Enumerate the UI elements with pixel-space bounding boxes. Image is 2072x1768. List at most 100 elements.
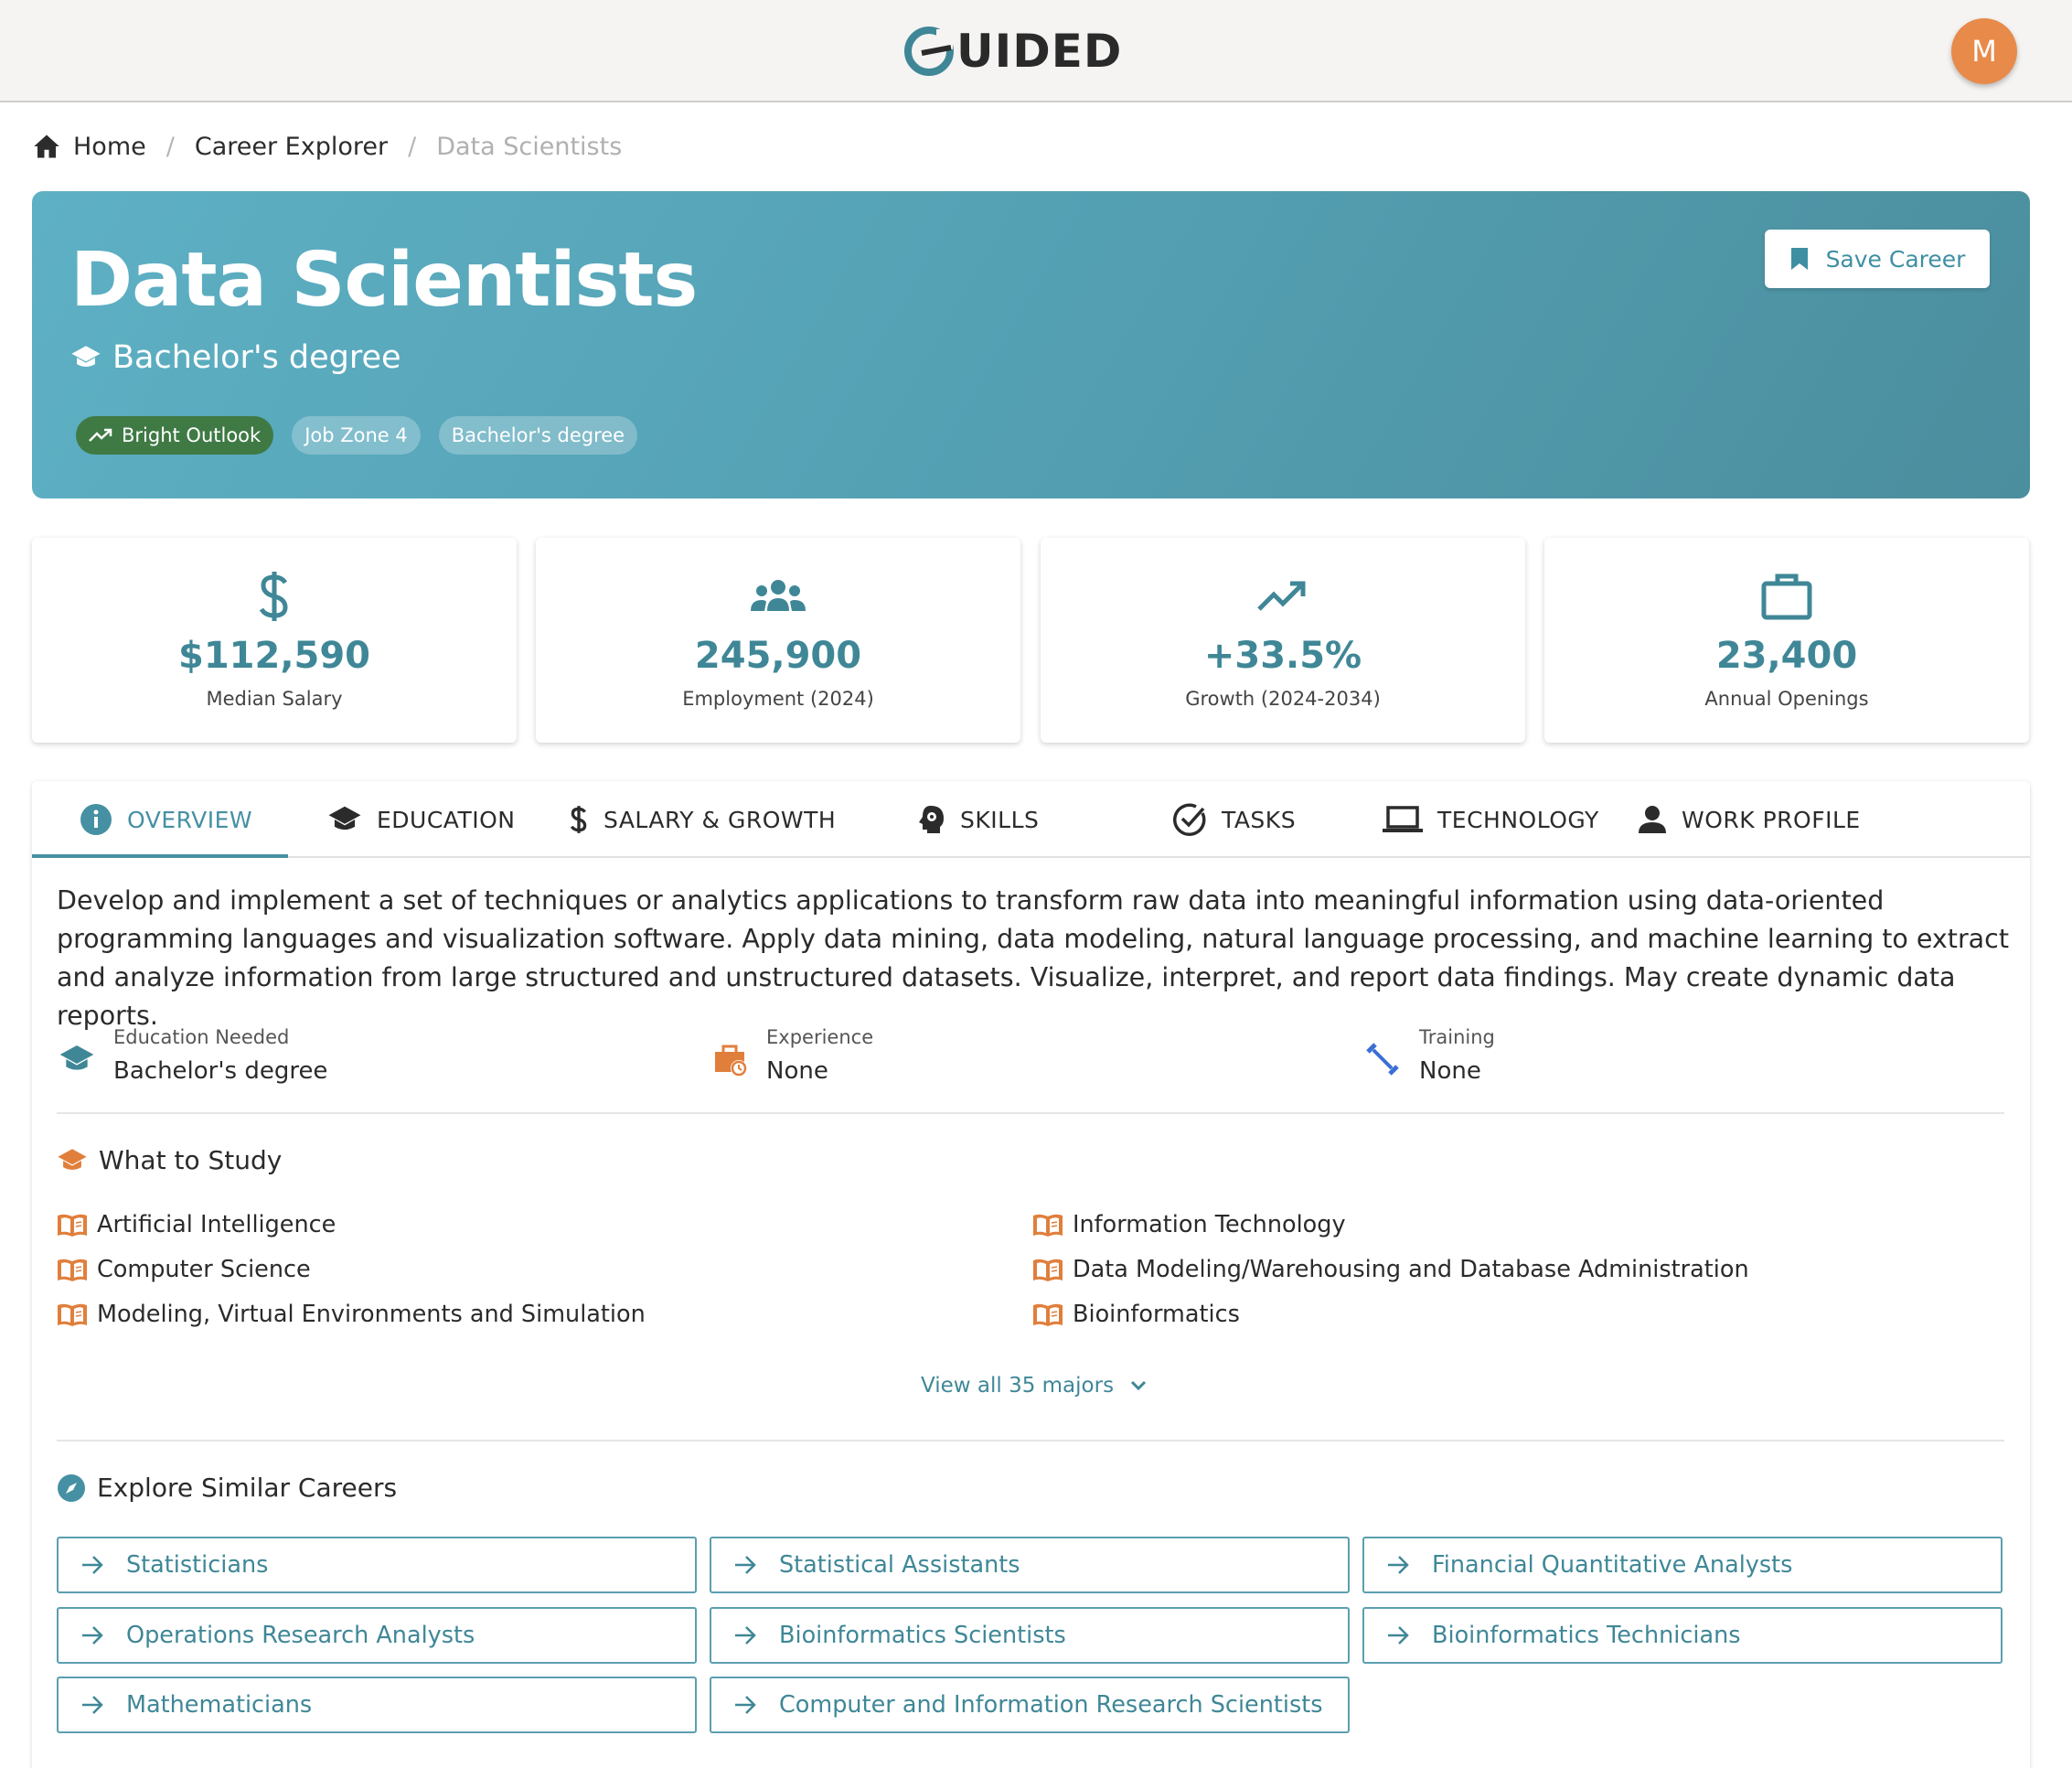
hero-degree-label: Bachelor's degree	[112, 339, 401, 376]
meta-label: Experience	[766, 1026, 874, 1048]
info-icon	[80, 804, 112, 835]
major-label: Data Modeling/Warehousing and Database A…	[1073, 1256, 1749, 1283]
similar-career-link[interactable]: Operations Research Analysts	[57, 1607, 697, 1664]
stat-label: Growth (2024-2034)	[1185, 688, 1381, 710]
stat-median-salary: $112,590 Median Salary	[32, 538, 517, 743]
tab-label: OVERVIEW	[127, 806, 253, 833]
book-icon	[58, 1214, 87, 1237]
similar-career-link[interactable]: Computer and Information Research Scient…	[710, 1677, 1350, 1733]
career-label: Bioinformatics Technicians	[1432, 1622, 1741, 1649]
arrow-right-icon	[735, 1626, 756, 1645]
hero-degree: Bachelor's degree	[70, 339, 401, 376]
major-label: Information Technology	[1073, 1211, 1346, 1238]
arrow-right-icon	[735, 1556, 756, 1574]
top-bar: UIDED M	[0, 0, 2072, 102]
logo-g-icon	[904, 27, 954, 76]
breadcrumb-current: Data Scientists	[436, 132, 623, 161]
major-label: Computer Science	[97, 1256, 311, 1283]
similar-career-link[interactable]: Bioinformatics Technicians	[1362, 1607, 2003, 1664]
major-item[interactable]: Artificial Intelligence	[57, 1211, 336, 1238]
group-icon	[749, 569, 807, 624]
save-career-button[interactable]: Save Career	[1765, 230, 1990, 288]
breadcrumb-career-explorer[interactable]: Career Explorer	[195, 133, 388, 161]
avatar[interactable]: M	[1951, 18, 2017, 84]
page-title: Data Scientists	[70, 237, 698, 324]
arrow-right-icon	[82, 1626, 103, 1645]
tab-label: TECHNOLOGY	[1437, 806, 1599, 833]
home-icon	[34, 134, 59, 158]
stat-value: +33.5%	[1203, 635, 1362, 677]
breadcrumb-home[interactable]: Home	[33, 133, 146, 161]
trending-up-icon	[1257, 569, 1308, 624]
major-item[interactable]: Information Technology	[1032, 1211, 1346, 1238]
tab-overview[interactable]: OVERVIEW	[80, 781, 252, 858]
major-item[interactable]: Bioinformatics	[1032, 1301, 1240, 1328]
graduation-cap-icon	[328, 806, 361, 830]
stat-annual-openings: 23,400 Annual Openings	[1544, 538, 2029, 743]
meta-experience: Experience None	[711, 1026, 873, 1085]
similar-career-link[interactable]: Mathematicians	[57, 1677, 697, 1733]
tab-education[interactable]: EDUCATION	[327, 781, 516, 858]
major-item[interactable]: Modeling, Virtual Environments and Simul…	[57, 1301, 646, 1328]
stat-label: Employment (2024)	[682, 688, 874, 710]
book-icon	[1033, 1259, 1063, 1281]
meta-value: None	[1419, 1057, 1481, 1085]
tab-salary-growth[interactable]: SALARY & GROWTH	[569, 781, 836, 858]
tab-label: SKILLS	[960, 806, 1040, 833]
arrow-right-icon	[1388, 1556, 1409, 1574]
stat-label: Median Salary	[206, 688, 343, 710]
career-label: Computer and Information Research Scient…	[779, 1691, 1323, 1719]
arrow-right-icon	[82, 1696, 103, 1714]
career-label: Statistical Assistants	[779, 1551, 1020, 1579]
major-item[interactable]: Computer Science	[57, 1256, 311, 1283]
tab-technology[interactable]: TECHNOLOGY	[1383, 781, 1599, 858]
tab-skills[interactable]: SKILLS	[916, 781, 1039, 858]
stat-value: 23,400	[1715, 635, 1858, 677]
chip-label: Bright Outlook	[122, 424, 262, 446]
section-divider	[57, 1440, 2004, 1441]
check-circle-icon	[1173, 803, 1206, 836]
graduation-cap-icon	[71, 346, 101, 367]
major-item[interactable]: Data Modeling/Warehousing and Database A…	[1032, 1256, 1749, 1283]
meta-education-needed: Education Needed Bachelor's degree	[59, 1026, 327, 1085]
meta-value: Bachelor's degree	[113, 1057, 328, 1085]
breadcrumb: Home / Career Explorer / Data Scientists	[33, 128, 622, 165]
active-tab-indicator	[32, 854, 288, 858]
stat-label: Annual Openings	[1704, 688, 1869, 710]
similar-career-link[interactable]: Statistical Assistants	[710, 1537, 1350, 1593]
book-icon	[1033, 1303, 1063, 1326]
breadcrumb-home-label: Home	[73, 132, 146, 161]
view-all-majors-button[interactable]: View all 35 majors	[921, 1374, 1147, 1398]
graduation-cap-icon	[59, 1045, 94, 1070]
book-icon	[58, 1259, 87, 1281]
person-icon	[1639, 806, 1666, 833]
stat-employment: 245,900 Employment (2024)	[536, 538, 1020, 743]
tab-tasks[interactable]: TASKS	[1172, 781, 1296, 858]
meta-training: Training None	[1364, 1026, 1495, 1085]
dollar-icon	[256, 569, 293, 624]
similar-career-link[interactable]: Bioinformatics Scientists	[710, 1607, 1350, 1664]
dumbbell-icon	[1366, 1043, 1399, 1076]
chevron-down-icon	[1131, 1380, 1147, 1391]
career-label: Bioinformatics Scientists	[779, 1622, 1066, 1649]
logo-text: UIDED	[956, 25, 1123, 78]
similar-career-link[interactable]: Statisticians	[57, 1537, 697, 1593]
section-title-label: Explore Similar Careers	[97, 1473, 398, 1503]
dollar-icon	[570, 806, 587, 833]
career-label: Financial Quantitative Analysts	[1432, 1551, 1793, 1579]
major-label: Modeling, Virtual Environments and Simul…	[97, 1301, 646, 1328]
what-to-study-heading: What to Study	[57, 1145, 282, 1175]
hero-chips: Bright Outlook Job Zone 4 Bachelor's deg…	[76, 416, 638, 455]
tab-bar: OVERVIEW EDUCATION SALARY & GROWTH SKILL…	[32, 781, 2030, 858]
tab-label: WORK PROFILE	[1682, 806, 1861, 833]
tab-work-profile[interactable]: WORK PROFILE	[1638, 781, 1861, 858]
similar-career-link[interactable]: Financial Quantitative Analysts	[1362, 1537, 2003, 1593]
career-label: Statisticians	[126, 1551, 269, 1579]
section-title-label: What to Study	[99, 1145, 283, 1175]
job-zone-chip: Job Zone 4	[292, 416, 421, 455]
tab-label: TASKS	[1222, 806, 1297, 833]
guided-logo[interactable]: UIDED	[903, 20, 1122, 82]
breadcrumb-separator: /	[408, 132, 417, 161]
meta-label: Training	[1419, 1026, 1495, 1048]
meta-label: Education Needed	[113, 1026, 290, 1048]
